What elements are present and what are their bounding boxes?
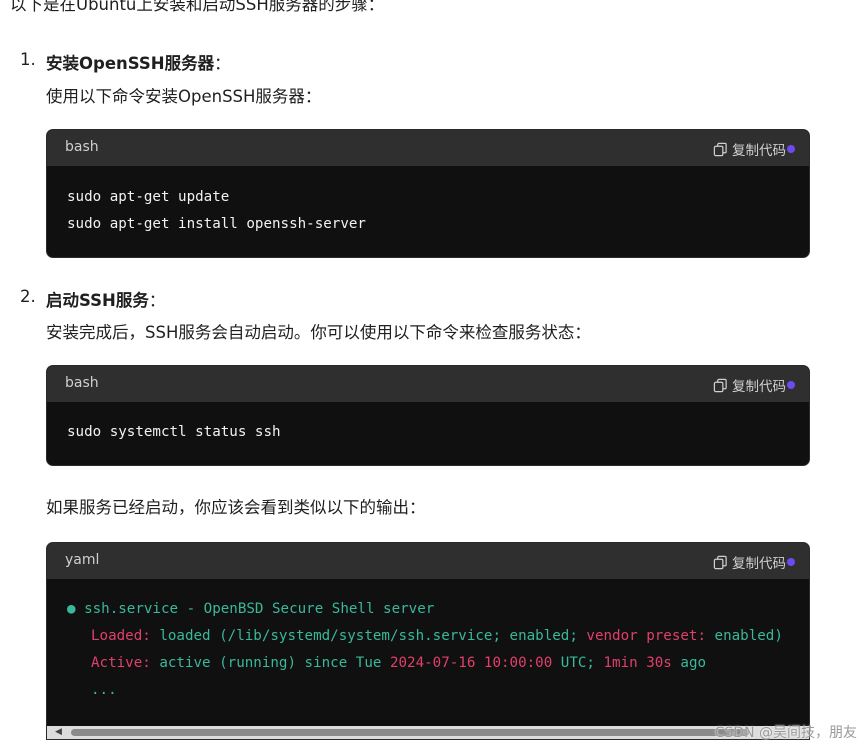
scroll-thumb[interactable] bbox=[71, 729, 749, 736]
step-description: 安装完成后，SSH服务会自动启动。你可以使用以下命令来检查服务状态： bbox=[46, 323, 591, 342]
step-number: 1. bbox=[20, 50, 36, 69]
code-body: sudo apt-get update sudo apt-get install… bbox=[47, 166, 809, 238]
notification-dot bbox=[787, 558, 795, 566]
copy-code-label: 复制代码 bbox=[732, 143, 786, 159]
code-body: sudo systemctl status ssh bbox=[47, 402, 809, 446]
code-line: sudo apt-get install openssh-server bbox=[67, 216, 366, 232]
step-number: 2. bbox=[20, 287, 36, 306]
code-language: yaml bbox=[65, 552, 100, 568]
step-title: 启动SSH服务： bbox=[46, 291, 166, 310]
code-line: sudo systemctl status ssh bbox=[67, 424, 281, 440]
copy-icon bbox=[713, 378, 727, 392]
code-line: Loaded: loaded (/lib/systemd/system/ssh.… bbox=[91, 628, 783, 644]
code-line: ... bbox=[91, 682, 117, 698]
step-title: 安装OpenSSH服务器： bbox=[46, 54, 231, 73]
code-header: yaml 复制代码 bbox=[47, 543, 809, 579]
copy-code-button[interactable]: 复制代码 bbox=[713, 552, 795, 572]
code-line: Active: active (running) since Tue 2024-… bbox=[91, 655, 707, 671]
watermark: CSDN @吴间技，朋友 bbox=[714, 725, 857, 741]
step-description: 使用以下命令安装OpenSSH服务器： bbox=[46, 87, 322, 106]
horizontal-scrollbar[interactable]: ◀ bbox=[47, 726, 809, 739]
notification-dot bbox=[787, 381, 795, 389]
code-line: ● ssh.service - OpenBSD Secure Shell ser… bbox=[67, 601, 435, 617]
scroll-left-icon[interactable]: ◀ bbox=[55, 727, 62, 737]
code-block-install: bash 复制代码 sudo apt-get update sudo apt-g… bbox=[47, 130, 809, 257]
code-header: bash 复制代码 bbox=[47, 366, 809, 402]
code-body: ● ssh.service - OpenBSD Secure Shell ser… bbox=[47, 579, 809, 704]
copy-code-label: 复制代码 bbox=[732, 379, 786, 395]
copy-icon bbox=[713, 142, 727, 156]
code-block-output: yaml 复制代码 ● ssh.service - OpenBSD Secure… bbox=[47, 543, 809, 739]
code-line: sudo apt-get update bbox=[67, 189, 230, 205]
code-language: bash bbox=[65, 139, 99, 155]
copy-code-button[interactable]: 复制代码 bbox=[713, 375, 795, 395]
copy-code-label: 复制代码 bbox=[732, 556, 786, 572]
copy-icon bbox=[713, 555, 727, 569]
code-header: bash 复制代码 bbox=[47, 130, 809, 166]
code-language: bash bbox=[65, 375, 99, 391]
intro-text: 以下是在Ubuntu上安装和启动SSH服务器的步骤： bbox=[10, 0, 385, 14]
code-block-status: bash 复制代码 sudo systemctl status ssh bbox=[47, 366, 809, 465]
output-description: 如果服务已经启动，你应该会看到类似以下的输出： bbox=[46, 498, 426, 517]
copy-code-button[interactable]: 复制代码 bbox=[713, 139, 795, 159]
notification-dot bbox=[787, 145, 795, 153]
